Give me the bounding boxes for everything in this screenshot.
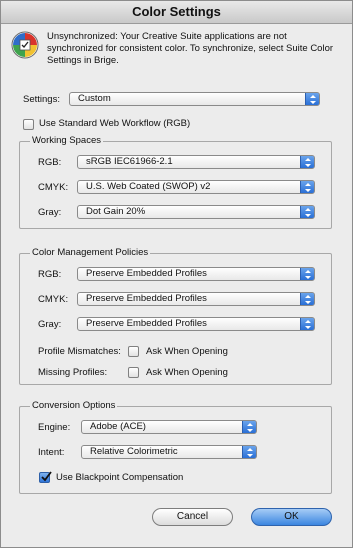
popup-arrows-icon [300, 181, 314, 193]
popup-arrows-icon [300, 268, 314, 280]
web-workflow-label: Use Standard Web Workflow (RGB) [39, 118, 191, 129]
missing-profiles-label: Missing Profiles: [38, 367, 108, 378]
web-workflow-checkbox[interactable] [23, 119, 34, 130]
popup-arrows-icon [300, 206, 314, 218]
pol-cmyk-label: CMYK: [38, 294, 69, 305]
sync-message: Unsynchronized: Your Creative Suite appl… [47, 31, 334, 66]
profile-mismatches-option: Ask When Opening [146, 346, 228, 357]
pol-rgb-label: RGB: [38, 269, 62, 280]
pol-rgb-popup[interactable]: Preserve Embedded Profiles [77, 267, 315, 281]
engine-label: Engine: [38, 422, 71, 433]
intent-label: Intent: [38, 447, 65, 458]
popup-arrows-icon [300, 156, 314, 168]
pol-cmyk-popup[interactable]: Preserve Embedded Profiles [77, 292, 315, 306]
popup-arrows-icon [242, 446, 256, 458]
missing-profiles-checkbox[interactable] [128, 367, 139, 378]
popup-arrows-icon [300, 318, 314, 330]
intent-popup[interactable]: Relative Colorimetric [81, 445, 257, 459]
pol-cmyk-value: Preserve Embedded Profiles [86, 293, 207, 304]
policies-title: Color Management Policies [30, 247, 151, 258]
pol-gray-value: Preserve Embedded Profiles [86, 318, 207, 329]
settings-value: Custom [78, 93, 111, 104]
popup-arrows-icon [305, 93, 319, 105]
ws-gray-value: Dot Gain 20% [86, 206, 146, 217]
profile-mismatches-checkbox[interactable] [128, 346, 139, 357]
ws-gray-label: Gray: [38, 207, 62, 218]
ws-rgb-label: RGB: [38, 157, 62, 168]
window-title: Color Settings [1, 1, 352, 24]
blackpoint-label: Use Blackpoint Compensation [56, 472, 184, 483]
ws-cmyk-value: U.S. Web Coated (SWOP) v2 [86, 181, 211, 192]
settings-label: Settings: [23, 94, 60, 105]
cancel-button[interactable]: Cancel [152, 508, 233, 526]
intent-value: Relative Colorimetric [90, 446, 178, 457]
conversion-title: Conversion Options [30, 400, 118, 411]
working-spaces-title: Working Spaces [30, 135, 103, 146]
blackpoint-checkbox[interactable] [39, 471, 52, 483]
color-wheel-icon [11, 31, 39, 59]
checkmark-icon [41, 471, 52, 482]
ok-button[interactable]: OK [251, 508, 332, 526]
pol-rgb-value: Preserve Embedded Profiles [86, 268, 207, 279]
ws-cmyk-label: CMYK: [38, 182, 69, 193]
settings-popup[interactable]: Custom [69, 92, 320, 106]
pol-gray-label: Gray: [38, 319, 62, 330]
pol-gray-popup[interactable]: Preserve Embedded Profiles [77, 317, 315, 331]
ws-cmyk-popup[interactable]: U.S. Web Coated (SWOP) v2 [77, 180, 315, 194]
popup-arrows-icon [300, 293, 314, 305]
color-settings-dialog: Color Settings Unsynchronized: Your Crea… [0, 0, 353, 548]
ws-rgb-popup[interactable]: sRGB IEC61966-2.1 [77, 155, 315, 169]
popup-arrows-icon [242, 421, 256, 433]
ws-rgb-value: sRGB IEC61966-2.1 [86, 156, 173, 167]
engine-value: Adobe (ACE) [90, 421, 146, 432]
ws-gray-popup[interactable]: Dot Gain 20% [77, 205, 315, 219]
missing-profiles-option: Ask When Opening [146, 367, 228, 378]
engine-popup[interactable]: Adobe (ACE) [81, 420, 257, 434]
profile-mismatches-label: Profile Mismatches: [38, 346, 121, 357]
